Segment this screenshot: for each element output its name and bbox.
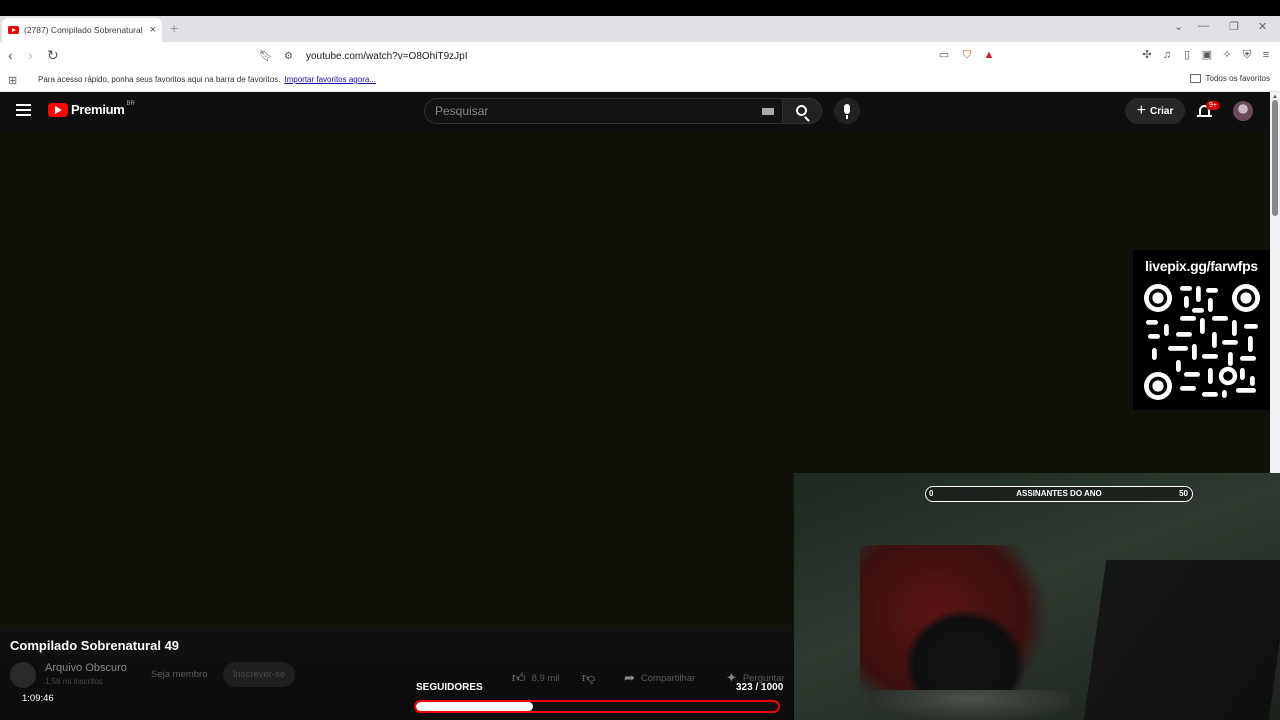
share-button[interactable]: ➦ Compartilhar xyxy=(624,670,695,686)
cast-icon[interactable]: ▭ xyxy=(937,48,951,62)
url-text: youtube.com/watch?v=O8OhiT9zJpI xyxy=(306,50,468,62)
bookmarks-bar: ⊞ Para acesso rápido, ponha seus favorit… xyxy=(0,70,1280,92)
qr-label: livepix.gg/farwfps xyxy=(1145,258,1258,274)
extensions-icon[interactable]: ✣ xyxy=(1140,48,1154,62)
folder-icon xyxy=(1189,74,1201,83)
logo-region: BR xyxy=(126,100,135,107)
back-icon[interactable]: ‹ xyxy=(8,47,13,63)
webcam-background-object xyxy=(1083,560,1280,720)
leo-ai-icon[interactable]: ✧ xyxy=(1220,48,1234,62)
qr-code-icon xyxy=(1144,284,1260,400)
maximize-button[interactable]: ❐ xyxy=(1229,20,1239,33)
main-menu-icon[interactable]: ≡ xyxy=(1259,48,1273,62)
video-timestamp: 1:09:46 xyxy=(22,693,54,704)
site-info-icon[interactable]: ⚙ xyxy=(284,51,296,62)
search-input[interactable] xyxy=(435,104,755,118)
plus-icon: + xyxy=(1136,102,1146,119)
all-favorites-button[interactable]: Todos os favoritos xyxy=(1189,74,1270,83)
voice-search-button[interactable] xyxy=(834,98,860,124)
thumbs-down-icon: 👎︎ xyxy=(582,670,596,685)
minimize-button[interactable]: — xyxy=(1198,20,1209,32)
share-label: Compartilhar xyxy=(640,672,696,684)
webcam-person-shirt xyxy=(870,690,1070,720)
tab-search-icon[interactable]: ⌄ xyxy=(1174,20,1183,33)
microphone-icon xyxy=(844,104,850,114)
tab-strip xyxy=(0,16,1280,42)
reload-icon[interactable]: ↻ xyxy=(47,47,59,64)
like-count: 8,9 mil xyxy=(531,672,560,684)
window-close-button[interactable]: ✕ xyxy=(1258,20,1267,33)
top-band xyxy=(0,0,1280,16)
brave-shield-icon[interactable]: ⛉ xyxy=(960,48,974,62)
sidebar-icon[interactable]: ▯ xyxy=(1180,48,1194,62)
channel-name[interactable]: Arquivo Obscuro xyxy=(45,662,127,674)
year-subs-max: 50 xyxy=(1179,489,1188,498)
logo-text: Premium xyxy=(71,102,125,117)
bookmarks-hint-text: Para acesso rápido, ponha seus favoritos… xyxy=(38,75,281,84)
apps-grid-icon[interactable]: ⊞ xyxy=(8,74,17,87)
tab-title: (2787) Compilado Sobrenatural xyxy=(24,25,143,35)
bookmarks-hint: Para acesso rápido, ponha seus favoritos… xyxy=(38,75,376,84)
browser-tab[interactable]: (2787) Compilado Sobrenatural × xyxy=(2,18,162,42)
search-box xyxy=(424,98,784,124)
year-subscribers-goal-bar: 0 ASSINANTES DO ANO 50 xyxy=(925,486,1193,502)
join-button[interactable]: Seja membro xyxy=(151,669,208,680)
followers-progress-fill xyxy=(416,702,533,711)
followers-progress-bar xyxy=(414,700,780,713)
import-bookmarks-link[interactable]: Importar favoritos agora... xyxy=(284,75,376,84)
like-button[interactable]: 👍︎ 8,9 mil xyxy=(512,670,560,686)
youtube-play-icon xyxy=(48,102,68,117)
video-title: Compilado Sobrenatural 49 xyxy=(10,638,180,653)
tab-close-button[interactable]: × xyxy=(150,24,156,36)
media-icon[interactable]: ♫ xyxy=(1160,48,1174,62)
thumbs-up-icon: 👍︎ xyxy=(512,670,526,685)
channel-avatar[interactable] xyxy=(10,662,36,688)
youtube-favicon-icon xyxy=(8,26,19,34)
create-button[interactable]: + Criar xyxy=(1125,98,1185,124)
bookmark-icon[interactable]: 🔖︎ xyxy=(259,49,273,62)
youtube-premium-logo[interactable]: Premium BR xyxy=(48,100,135,117)
rewards-icon[interactable]: ▲ xyxy=(982,48,996,62)
dislike-button[interactable]: 👎︎ xyxy=(582,670,601,686)
search-button[interactable] xyxy=(782,98,822,124)
channel-subscribers: 1,58 mi inscritos xyxy=(45,677,103,686)
wallet-icon[interactable]: ▣ xyxy=(1200,48,1214,62)
new-tab-button[interactable]: + xyxy=(170,20,178,36)
year-subs-label: ASSINANTES DO ANO xyxy=(1016,489,1102,498)
keyboard-icon[interactable] xyxy=(762,108,774,115)
account-avatar[interactable] xyxy=(1233,101,1253,121)
vpn-icon[interactable]: ⛨ xyxy=(1240,48,1254,62)
url-field[interactable]: ⚙ youtube.com/watch?v=O8OhiT9zJpI xyxy=(284,46,1000,66)
create-label: Criar xyxy=(1149,105,1174,117)
followers-goal-count: 323 / 1000 xyxy=(736,682,784,693)
search-icon xyxy=(796,105,807,116)
subscribe-button[interactable]: Inscrever-se xyxy=(223,662,295,687)
scrollbar-thumb[interactable] xyxy=(1272,100,1278,216)
hamburger-menu-icon[interactable] xyxy=(16,104,31,116)
share-icon: ➦ xyxy=(624,670,635,685)
forward-icon[interactable]: › xyxy=(28,47,33,63)
notifications-badge: 9+ xyxy=(1206,101,1220,110)
followers-goal-label: SEGUIDORES xyxy=(416,682,483,693)
all-favorites-label: Todos os favoritos xyxy=(1205,74,1270,83)
